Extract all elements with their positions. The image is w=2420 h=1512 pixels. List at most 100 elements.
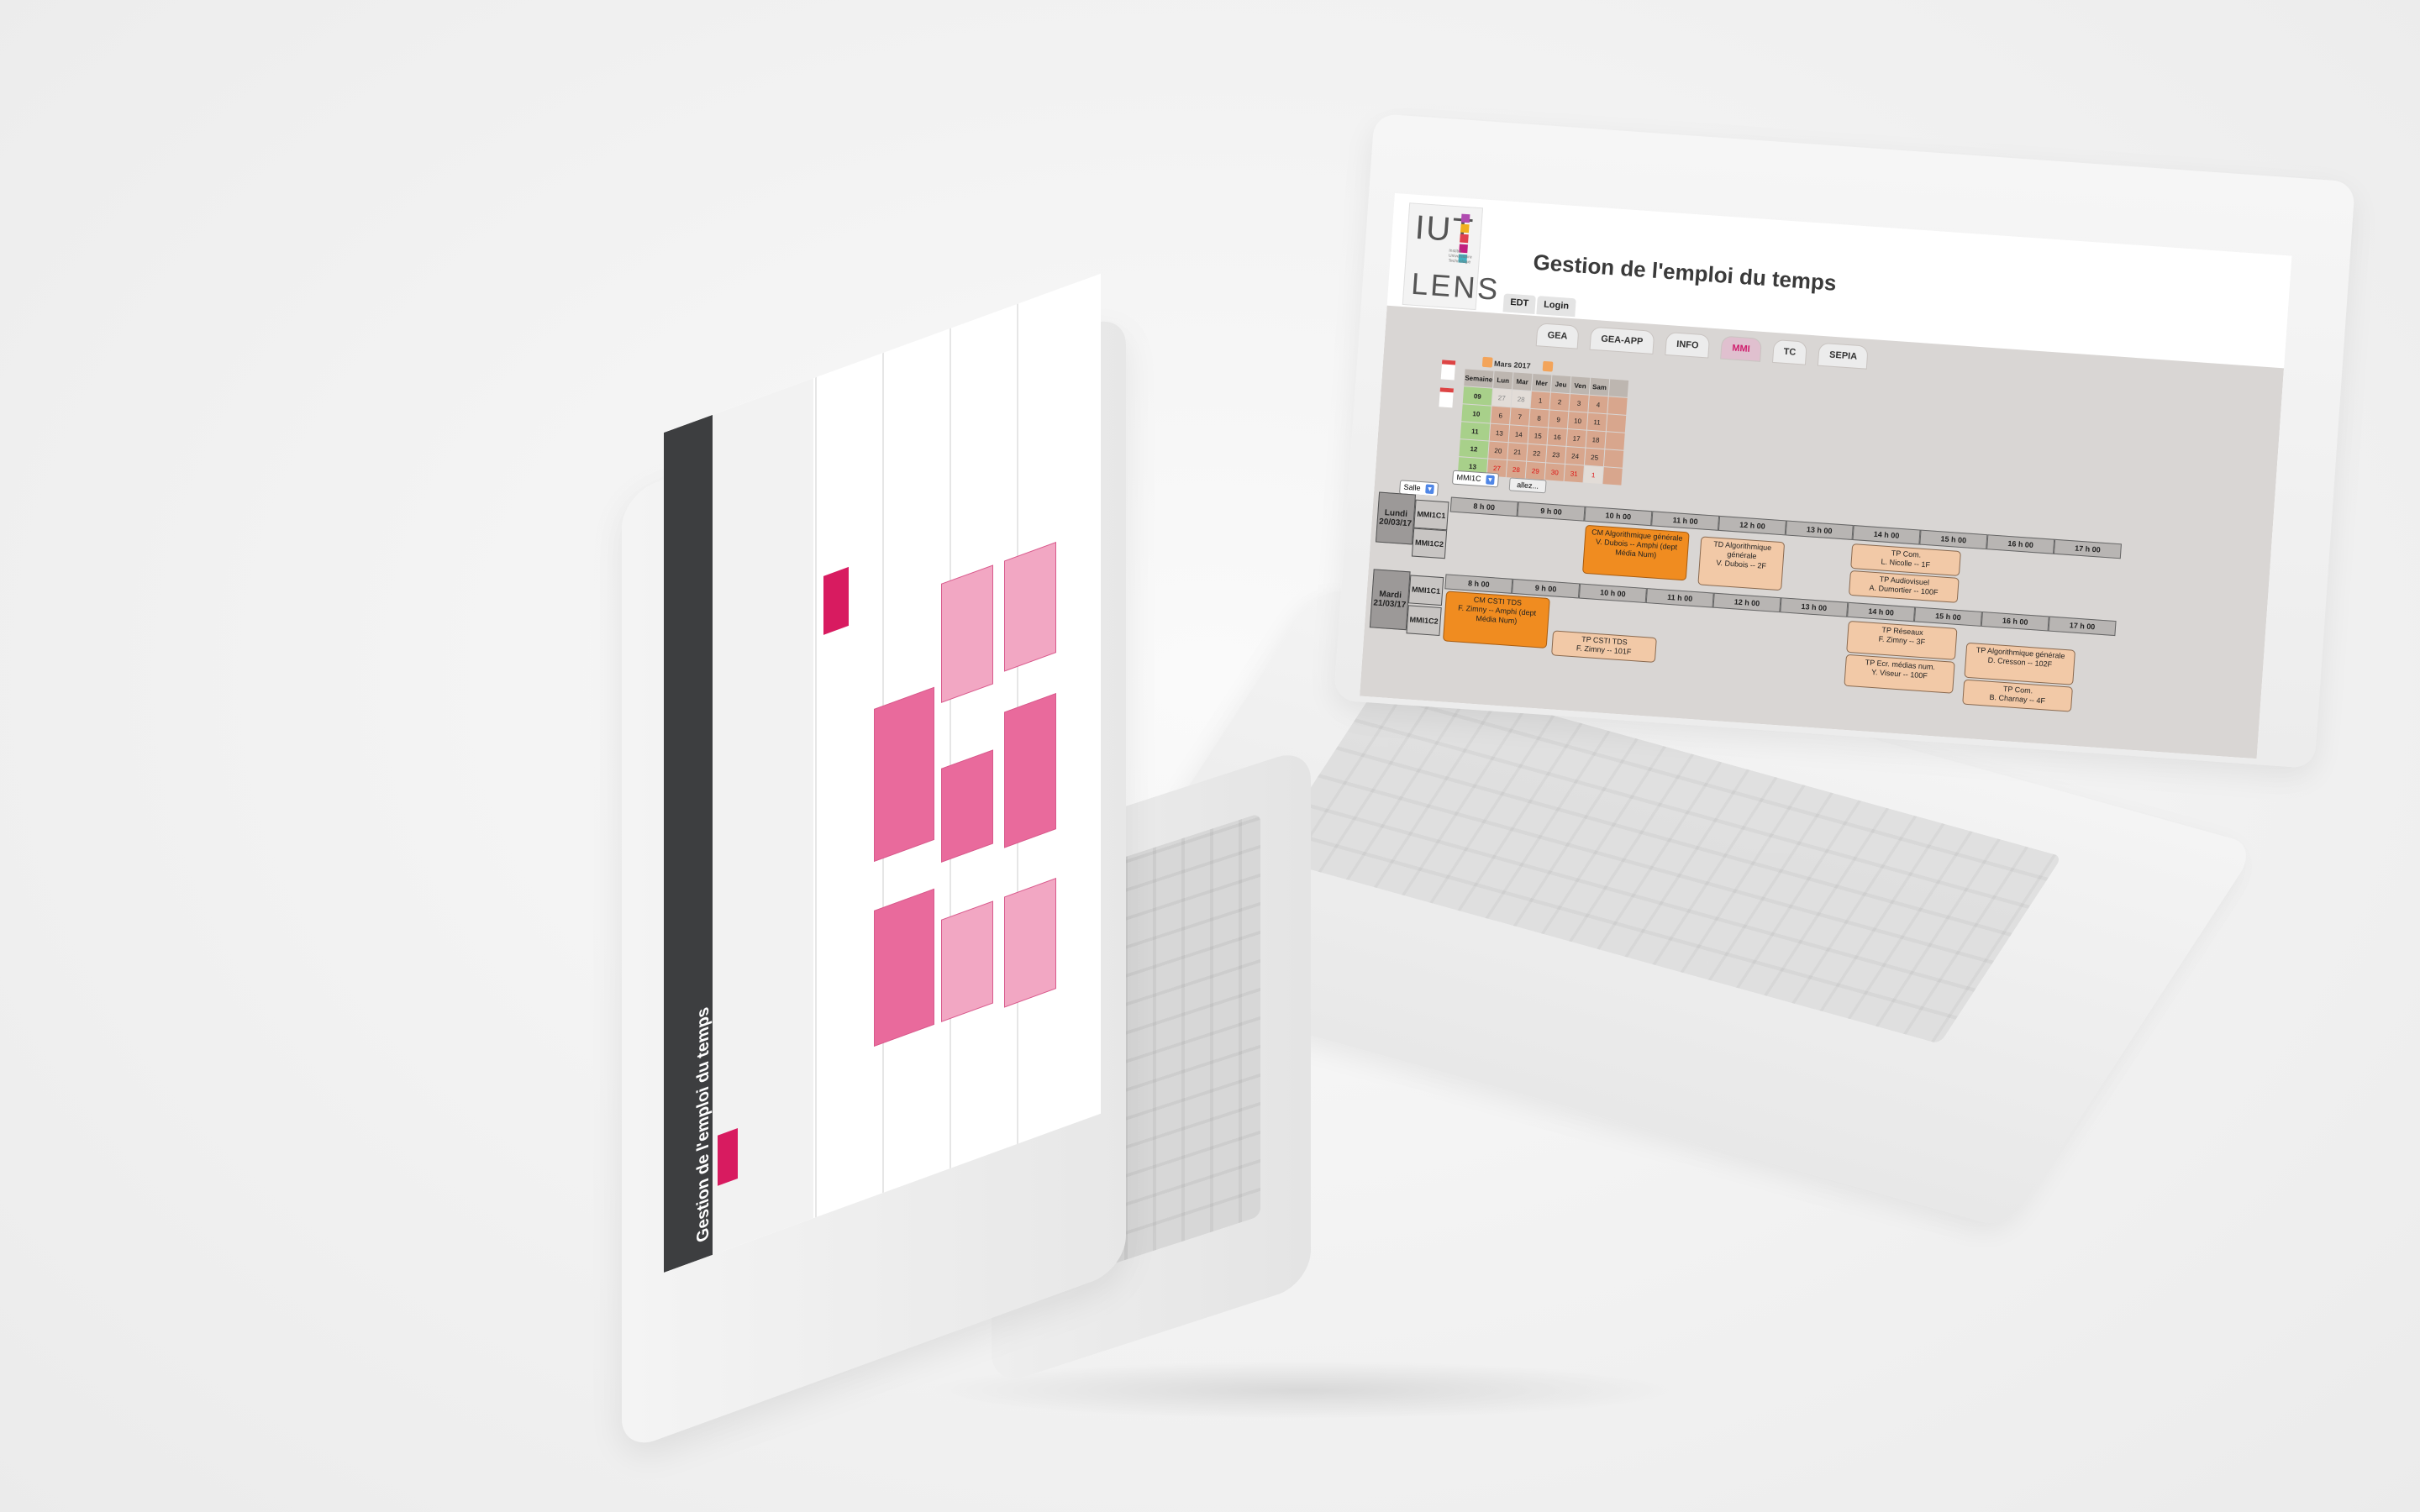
calendar-day[interactable]: 31 [1564, 464, 1584, 483]
calendar-day[interactable]: 13 [1489, 423, 1510, 443]
hour-header: 10 h 00 [1578, 583, 1647, 604]
page-title: Gestion de l'emploi du temps [1532, 249, 1838, 296]
calendar-day[interactable]: 17 [1566, 429, 1586, 448]
left-nav-edt[interactable] [718, 1127, 738, 1186]
nav-edt[interactable]: EDT [1502, 293, 1536, 314]
calendar-day[interactable]: 9 [1549, 410, 1569, 428]
next-month-button[interactable] [1542, 360, 1554, 372]
calendar-header: Lun [1493, 370, 1513, 390]
calendar-day[interactable]: 18 [1586, 430, 1606, 449]
hour-header: 17 h 00 [2053, 538, 2122, 559]
iut-lens-logo: IUT Institut Universitaire Technologie L… [1402, 202, 1502, 311]
calendar-day[interactable]: 11 [1586, 412, 1607, 432]
tab-tc[interactable]: TC [1771, 339, 1808, 365]
left-course-block[interactable] [1004, 878, 1056, 1008]
course-block[interactable]: TP Audiovisuel A. Dumortier -- 100F [1848, 570, 1960, 603]
hour-header: 10 h 00 [1584, 506, 1653, 527]
left-course-block[interactable] [1004, 693, 1056, 848]
course-block[interactable]: TP Algorithmique générale D. Cresson -- … [1964, 642, 2076, 685]
group-label: MMI1C1 [1413, 499, 1449, 531]
calendar-icon[interactable] [1439, 387, 1454, 408]
calendar-day[interactable]: 4 [1588, 395, 1608, 414]
calendar-day[interactable]: 25 [1584, 448, 1605, 467]
calendar-day [1602, 467, 1623, 486]
calendar-day[interactable]: 27 [1491, 388, 1512, 407]
week-number[interactable]: 10 [1461, 404, 1491, 423]
hour-header: 12 h 00 [1718, 515, 1786, 536]
hour-header: 11 h 00 [1645, 588, 1714, 608]
tab-gea-app[interactable]: GEA-APP [1589, 326, 1655, 354]
calendar-header: Sam [1589, 377, 1610, 396]
hour-header: 16 h 00 [1981, 611, 2049, 632]
logo-square [1460, 213, 1470, 223]
calendar-day[interactable]: 1 [1530, 391, 1550, 410]
calendar-day[interactable]: 10 [1567, 412, 1588, 430]
calendar-month: Mars 2017 [1493, 359, 1531, 370]
logo-lens-text: LENS [1410, 265, 1502, 307]
hour-header: 16 h 00 [1986, 534, 2055, 554]
calendar-day[interactable]: 24 [1565, 446, 1586, 465]
course-block[interactable]: CM Algorithmique générale V. Dubois -- A… [1581, 524, 1690, 581]
prev-month-button[interactable] [1481, 356, 1493, 368]
course-block[interactable]: TP Com. B. Charnay -- 4F [1962, 679, 2073, 712]
left-calendar-panel [713, 378, 813, 1255]
calendar-day[interactable]: 23 [1546, 445, 1566, 464]
calendar-day[interactable]: 21 [1507, 443, 1528, 461]
calendar-day [1603, 449, 1624, 468]
left-course-block[interactable] [941, 900, 993, 1022]
left-course-block[interactable] [941, 564, 993, 703]
calendar-day[interactable]: 6 [1491, 406, 1511, 425]
hour-header: 12 h 00 [1712, 592, 1781, 613]
calendar-day [1605, 432, 1625, 450]
tab-gea[interactable]: GEA [1535, 323, 1580, 349]
left-app-sidebar: Gestion de l'emploi du temps [664, 414, 713, 1273]
week-number[interactable]: 11 [1460, 422, 1491, 441]
group-label: MMI1C2 [1406, 605, 1442, 637]
logo-caption: Technologie [1448, 258, 1471, 265]
hour-header: 14 h 00 [1852, 525, 1921, 545]
calendar-day[interactable]: 20 [1488, 441, 1508, 460]
week-number[interactable]: 09 [1462, 386, 1493, 406]
calendar-icons [1439, 360, 1456, 416]
calendar-day[interactable]: 15 [1528, 426, 1548, 445]
calendar-day[interactable]: 8 [1529, 408, 1549, 428]
calendar-day[interactable]: 1 [1583, 465, 1603, 485]
calendar-day[interactable]: 16 [1547, 428, 1567, 446]
calendar-day[interactable]: 28 [1511, 390, 1531, 408]
course-block[interactable]: TP CSTI TDS F. Zimny -- 101F [1551, 630, 1657, 663]
calendar-day [1607, 396, 1628, 415]
go-button[interactable]: allez... [1508, 477, 1547, 494]
calendar-day[interactable]: 30 [1544, 463, 1565, 481]
course-block[interactable]: TP Ecr. médias num. Y. Viseur -- 100F [1844, 654, 1955, 694]
calendar-day[interactable]: 3 [1569, 394, 1589, 412]
hour-header: 15 h 00 [1919, 529, 1988, 550]
hour-header: 13 h 00 [1785, 520, 1854, 540]
left-course-block[interactable] [874, 888, 934, 1047]
week-number[interactable]: 12 [1459, 439, 1489, 459]
left-course-block[interactable] [1004, 542, 1056, 672]
calendar-header: Jeu [1550, 375, 1571, 394]
calendar-day[interactable]: 29 [1525, 461, 1546, 480]
calendar-day[interactable]: 2 [1549, 392, 1570, 412]
course-block[interactable]: TP Réseaux F. Zimny -- 3F [1846, 620, 1958, 660]
left-course-block[interactable] [874, 686, 934, 863]
calendar-day[interactable]: 22 [1527, 444, 1547, 463]
calendar-icon[interactable] [1440, 360, 1456, 381]
calendar-header: Semaine [1464, 369, 1494, 388]
tab-info[interactable]: INFO [1665, 331, 1711, 359]
group-select[interactable]: MMI1C ▾ [1451, 470, 1500, 488]
calendar-day[interactable]: 7 [1510, 407, 1530, 426]
tab-mmi[interactable]: MMI [1720, 335, 1762, 362]
course-block[interactable]: TD Algorithmique générale V. Dubois -- 2… [1697, 536, 1786, 591]
logo-square [1460, 234, 1469, 244]
tab-sepia[interactable]: SEPIA [1818, 342, 1870, 370]
calendar-day[interactable]: 28 [1506, 460, 1527, 479]
nav-login[interactable]: Login [1536, 296, 1576, 318]
chevron-down-icon: ▾ [1425, 484, 1434, 495]
left-course-block[interactable] [941, 749, 993, 863]
calendar-day[interactable]: 14 [1508, 425, 1529, 444]
left-active-tab[interactable] [823, 566, 849, 635]
group-select-value: MMI1C [1456, 472, 1481, 483]
course-block[interactable]: CM CSTI TDS F. Zimny -- Amphi (dept Médi… [1442, 591, 1550, 648]
logo-square [1460, 223, 1470, 234]
